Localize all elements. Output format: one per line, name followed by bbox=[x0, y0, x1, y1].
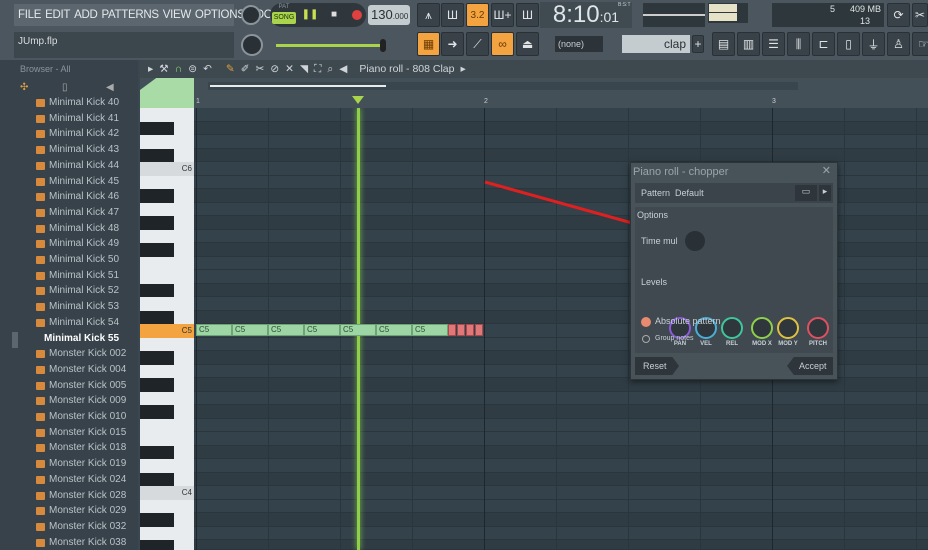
level-label: MOD Y bbox=[778, 341, 798, 347]
pattern-row: Pattern Default ▭ ▸ bbox=[635, 183, 833, 203]
close-icon[interactable]: ✕ bbox=[822, 165, 831, 177]
accept-button[interactable]: Accept bbox=[787, 357, 833, 375]
pattern-menu-arrow[interactable]: ▸ bbox=[819, 185, 831, 201]
level-knob-mod-y[interactable] bbox=[777, 317, 799, 339]
levels-label: Levels bbox=[641, 277, 668, 287]
pattern-label: Pattern bbox=[641, 188, 671, 198]
folder-icon[interactable]: ▭ bbox=[795, 185, 817, 201]
absolute-pattern-radio[interactable] bbox=[641, 317, 651, 327]
options-section: Options Time mul Levels PAN VEL REL MOD X MO… bbox=[635, 207, 833, 353]
level-label: PITCH bbox=[809, 341, 827, 347]
level-knob-pitch[interactable] bbox=[807, 317, 829, 339]
time-mul-label: Time mul bbox=[641, 236, 678, 246]
group-notes-radio[interactable] bbox=[642, 335, 650, 343]
level-knob-rel[interactable] bbox=[721, 317, 743, 339]
absolute-pattern-label: Absolute pattern bbox=[655, 316, 721, 326]
dialog-title: Piano roll - chopper bbox=[633, 166, 729, 178]
pattern-value[interactable]: Default bbox=[675, 188, 704, 198]
chopper-dialog: Piano roll - chopper ✕ Pattern Default ▭… bbox=[630, 162, 838, 380]
time-mul-knob[interactable] bbox=[685, 231, 705, 251]
level-knob-mod-x[interactable] bbox=[751, 317, 773, 339]
level-label: REL bbox=[726, 341, 738, 347]
group-notes-label: Group notes bbox=[655, 335, 694, 342]
reset-button[interactable]: Reset bbox=[635, 357, 679, 375]
options-label: Options bbox=[637, 210, 669, 220]
